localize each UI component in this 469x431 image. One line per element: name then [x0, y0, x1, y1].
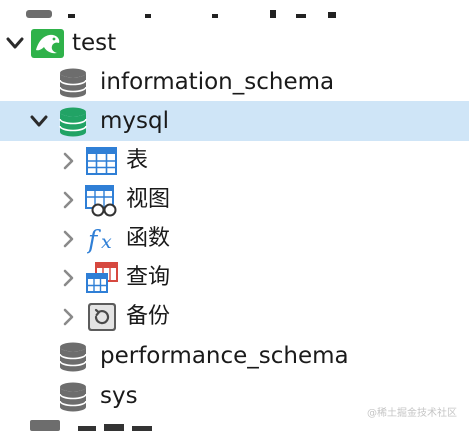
tree-item-database-mysql[interactable]: mysql — [0, 101, 469, 141]
table-icon — [86, 147, 117, 175]
database-label-performance-schema: performance_schema — [100, 343, 349, 369]
database-label-sys: sys — [100, 383, 138, 409]
database-label-mysql: mysql — [100, 108, 169, 134]
database-icon — [59, 68, 87, 98]
view-icon — [85, 185, 117, 217]
partial-row-top — [0, 0, 469, 22]
query-icon — [86, 262, 118, 293]
database-label-information-schema: information_schema — [100, 69, 335, 95]
tree-item-views[interactable]: 视图 — [0, 180, 469, 220]
views-label: 视图 — [126, 187, 171, 212]
tree-item-queries[interactable]: 查询 — [0, 258, 469, 298]
svg-text:x: x — [101, 231, 112, 253]
mysql-dolphin-icon — [31, 29, 64, 58]
tree-item-connection-test[interactable]: test — [0, 23, 469, 63]
backups-label: 备份 — [126, 304, 171, 329]
chevron-right-icon[interactable] — [58, 190, 78, 210]
queries-label: 查询 — [126, 265, 171, 290]
partial-row-bottom-glyphs — [30, 420, 152, 431]
chevron-right-icon[interactable] — [58, 151, 78, 171]
tree-item-functions[interactable]: f x 函数 — [0, 219, 469, 259]
chevron-down-icon[interactable] — [29, 111, 49, 131]
chevron-right-icon[interactable] — [58, 268, 78, 288]
database-icon — [59, 342, 87, 372]
database-icon — [59, 382, 87, 412]
tree-item-database-performance-schema[interactable]: performance_schema — [0, 336, 469, 376]
svg-text:f: f — [87, 225, 101, 254]
backup-icon — [88, 303, 116, 331]
connection-label: test — [72, 30, 117, 56]
chevron-down-icon[interactable] — [5, 33, 25, 53]
function-icon: f x — [87, 225, 112, 254]
partial-row-top-glyphs — [26, 10, 336, 18]
watermark-text: @稀土掘金技术社区 — [367, 408, 457, 419]
database-active-icon — [59, 107, 87, 137]
tree-item-database-information-schema[interactable]: information_schema — [0, 62, 469, 102]
tree-item-tables[interactable]: 表 — [0, 141, 469, 181]
tables-label: 表 — [126, 148, 149, 173]
chevron-right-icon[interactable] — [58, 229, 78, 249]
tree-item-backups[interactable]: 备份 — [0, 297, 469, 337]
functions-label: 函数 — [126, 226, 171, 251]
chevron-right-icon[interactable] — [58, 307, 78, 327]
